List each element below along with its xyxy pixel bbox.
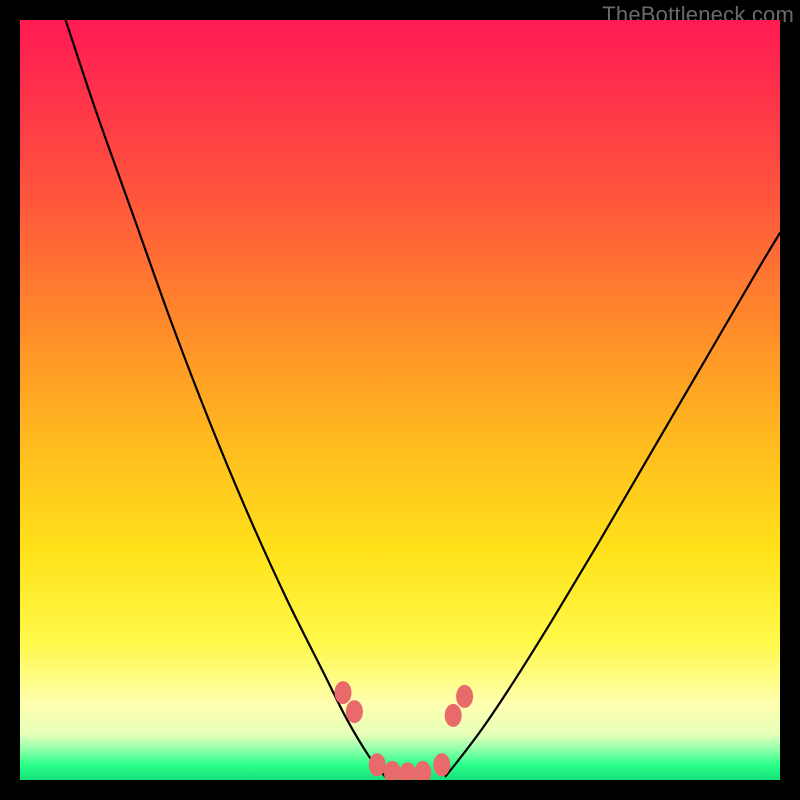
left-curve xyxy=(66,20,385,776)
plot-area xyxy=(20,20,780,780)
highlight-point xyxy=(369,754,385,776)
highlight-point xyxy=(457,685,473,707)
right-curve xyxy=(446,233,780,776)
highlight-point xyxy=(335,682,351,704)
curve-layer xyxy=(20,20,780,780)
highlight-point xyxy=(445,704,461,726)
highlight-markers xyxy=(335,682,473,780)
highlight-point xyxy=(434,754,450,776)
highlight-point xyxy=(346,701,362,723)
outer-frame: TheBottleneck.com xyxy=(0,0,800,800)
highlight-point xyxy=(415,761,431,780)
highlight-point xyxy=(384,761,400,780)
highlight-point xyxy=(400,763,416,780)
